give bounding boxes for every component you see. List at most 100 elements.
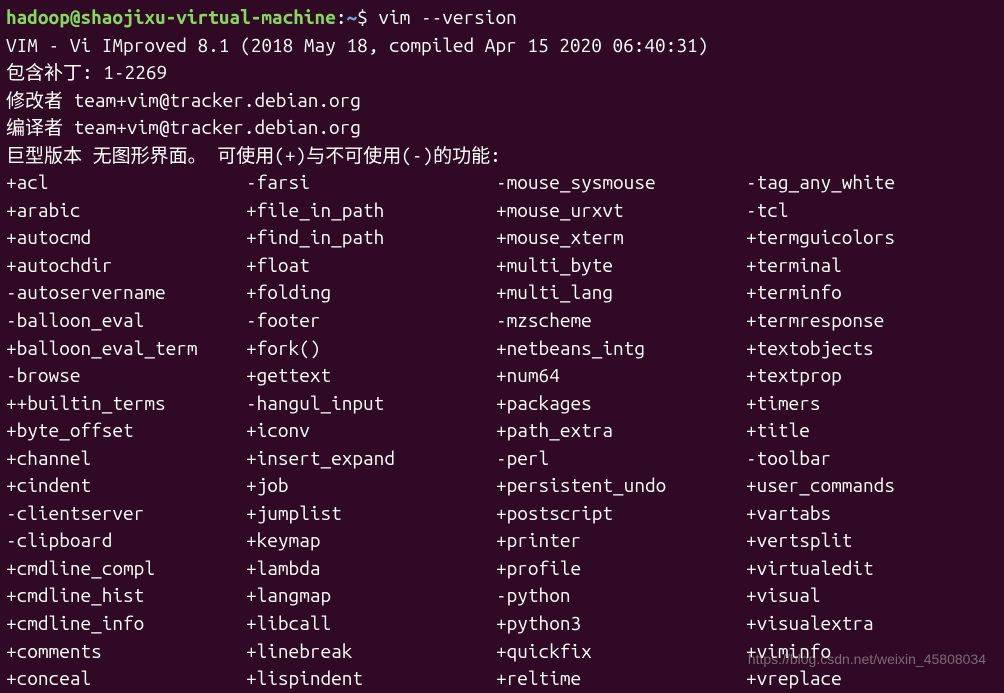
feature-col1: -autoservername: [6, 279, 246, 307]
feature-col3: +packages: [496, 390, 746, 418]
feature-col2: +keymap: [246, 527, 496, 555]
feature-row: ++builtin_terms-hangul_input+packages+ti…: [6, 390, 998, 418]
feature-col1: +cmdline_info: [6, 610, 246, 638]
feature-col3: +path_extra: [496, 417, 746, 445]
feature-col2: +iconv: [246, 417, 496, 445]
feature-col4: +terminal: [746, 252, 986, 280]
feature-col3: +printer: [496, 527, 746, 555]
feature-col1: -balloon_eval: [6, 307, 246, 335]
feature-col3: +num64: [496, 362, 746, 390]
feature-col3: +persistent_undo: [496, 472, 746, 500]
feature-row: +channel+insert_expand-perl-toolbar: [6, 445, 998, 473]
feature-col2: +job: [246, 472, 496, 500]
feature-col2: +lambda: [246, 555, 496, 583]
features-header-line: 巨型版本 无图形界面。 可使用(+)与不可使用(-)的功能:: [6, 142, 998, 170]
feature-col2: +gettext: [246, 362, 496, 390]
feature-col4: +textobjects: [746, 335, 986, 363]
feature-col1: -browse: [6, 362, 246, 390]
feature-col4: +termresponse: [746, 307, 986, 335]
feature-col1: +arabic: [6, 197, 246, 225]
feature-col4: +timers: [746, 390, 986, 418]
feature-row: -balloon_eval-footer-mzscheme+termrespon…: [6, 307, 998, 335]
feature-col1: +comments: [6, 638, 246, 666]
feature-col4: +termguicolors: [746, 224, 986, 252]
feature-col2: +file_in_path: [246, 197, 496, 225]
feature-col2: +jumplist: [246, 500, 496, 528]
feature-col2: -hangul_input: [246, 390, 496, 418]
feature-col2: +folding: [246, 279, 496, 307]
feature-col3: +quickfix: [496, 638, 746, 666]
feature-col3: -perl: [496, 445, 746, 473]
feature-col3: +profile: [496, 555, 746, 583]
feature-col4: +visualextra: [746, 610, 986, 638]
feature-row: +acl-farsi-mouse_sysmouse-tag_any_white: [6, 169, 998, 197]
feature-col4: +textprop: [746, 362, 986, 390]
feature-col3: +netbeans_intg: [496, 335, 746, 363]
feature-col3: -mzscheme: [496, 307, 746, 335]
feature-row: +cmdline_hist+langmap-python+visual: [6, 582, 998, 610]
feature-col2: -footer: [246, 307, 496, 335]
watermark-text: https://blog.csdn.net/weixin_45808034: [748, 649, 986, 669]
feature-col2: +libcall: [246, 610, 496, 638]
feature-col1: +cmdline_compl: [6, 555, 246, 583]
feature-col4: -tcl: [746, 197, 986, 225]
prompt-dollar: $: [357, 6, 368, 28]
feature-col2: +linebreak: [246, 638, 496, 666]
prompt-path: ~: [346, 6, 357, 28]
feature-col3: +multi_lang: [496, 279, 746, 307]
modified-by-line: 修改者 team+vim@tracker.debian.org: [6, 87, 998, 115]
feature-col2: +float: [246, 252, 496, 280]
prompt-line: hadoop@shaojixu-virtual-machine:~$ vim -…: [6, 4, 998, 32]
feature-col4: +visual: [746, 582, 986, 610]
feature-col2: +find_in_path: [246, 224, 496, 252]
feature-col4: +user_commands: [746, 472, 986, 500]
feature-col1: +balloon_eval_term: [6, 335, 246, 363]
feature-col4: +vartabs: [746, 500, 986, 528]
feature-col3: +multi_byte: [496, 252, 746, 280]
feature-row: +autocmd+find_in_path+mouse_xterm+termgu…: [6, 224, 998, 252]
feature-col1: +byte_offset: [6, 417, 246, 445]
feature-col3: +mouse_xterm: [496, 224, 746, 252]
feature-col1: -clipboard: [6, 527, 246, 555]
feature-col4: +virtualedit: [746, 555, 986, 583]
feature-col1: -clientserver: [6, 500, 246, 528]
feature-row: +autochdir+float+multi_byte+terminal: [6, 252, 998, 280]
feature-col3: -mouse_sysmouse: [496, 169, 746, 197]
feature-row: +balloon_eval_term+fork()+netbeans_intg+…: [6, 335, 998, 363]
feature-row: +arabic+file_in_path+mouse_urxvt-tcl: [6, 197, 998, 225]
feature-col3: +mouse_urxvt: [496, 197, 746, 225]
prompt-colon: :: [336, 6, 347, 28]
feature-row: -clientserver+jumplist+postscript+vartab…: [6, 500, 998, 528]
vim-version-line: VIM - Vi IMproved 8.1 (2018 May 18, comp…: [6, 32, 998, 60]
feature-col1: +autocmd: [6, 224, 246, 252]
feature-col1: +autochdir: [6, 252, 246, 280]
terminal-output[interactable]: hadoop@shaojixu-virtual-machine:~$ vim -…: [6, 4, 998, 693]
feature-col2: +langmap: [246, 582, 496, 610]
feature-col3: +python3: [496, 610, 746, 638]
feature-col4: -toolbar: [746, 445, 986, 473]
command-text: vim --version: [368, 6, 517, 28]
feature-col2: +insert_expand: [246, 445, 496, 473]
feature-col1: ++builtin_terms: [6, 390, 246, 418]
feature-col1: +acl: [6, 169, 246, 197]
feature-row: -autoservername+folding+multi_lang+termi…: [6, 279, 998, 307]
patches-line: 包含补丁: 1-2269: [6, 59, 998, 87]
feature-col3: -python: [496, 582, 746, 610]
feature-col1: +cmdline_hist: [6, 582, 246, 610]
feature-col4: +terminfo: [746, 279, 986, 307]
feature-row: +cmdline_compl+lambda+profile+virtualedi…: [6, 555, 998, 583]
compiled-by-line: 编译者 team+vim@tracker.debian.org: [6, 114, 998, 142]
feature-col4: +title: [746, 417, 986, 445]
feature-row: +byte_offset+iconv+path_extra+title: [6, 417, 998, 445]
feature-row: +cindent+job+persistent_undo+user_comman…: [6, 472, 998, 500]
feature-col3: +postscript: [496, 500, 746, 528]
features-table: +acl-farsi-mouse_sysmouse-tag_any_white+…: [6, 169, 998, 692]
feature-col4: -tag_any_white: [746, 169, 986, 197]
feature-col2: -farsi: [246, 169, 496, 197]
feature-row: -browse+gettext+num64+textprop: [6, 362, 998, 390]
feature-row: -clipboard+keymap+printer+vertsplit: [6, 527, 998, 555]
feature-row: +cmdline_info+libcall+python3+visualextr…: [6, 610, 998, 638]
feature-col1: +channel: [6, 445, 246, 473]
prompt-user-host: hadoop@shaojixu-virtual-machine: [6, 6, 336, 28]
feature-col1: +cindent: [6, 472, 246, 500]
